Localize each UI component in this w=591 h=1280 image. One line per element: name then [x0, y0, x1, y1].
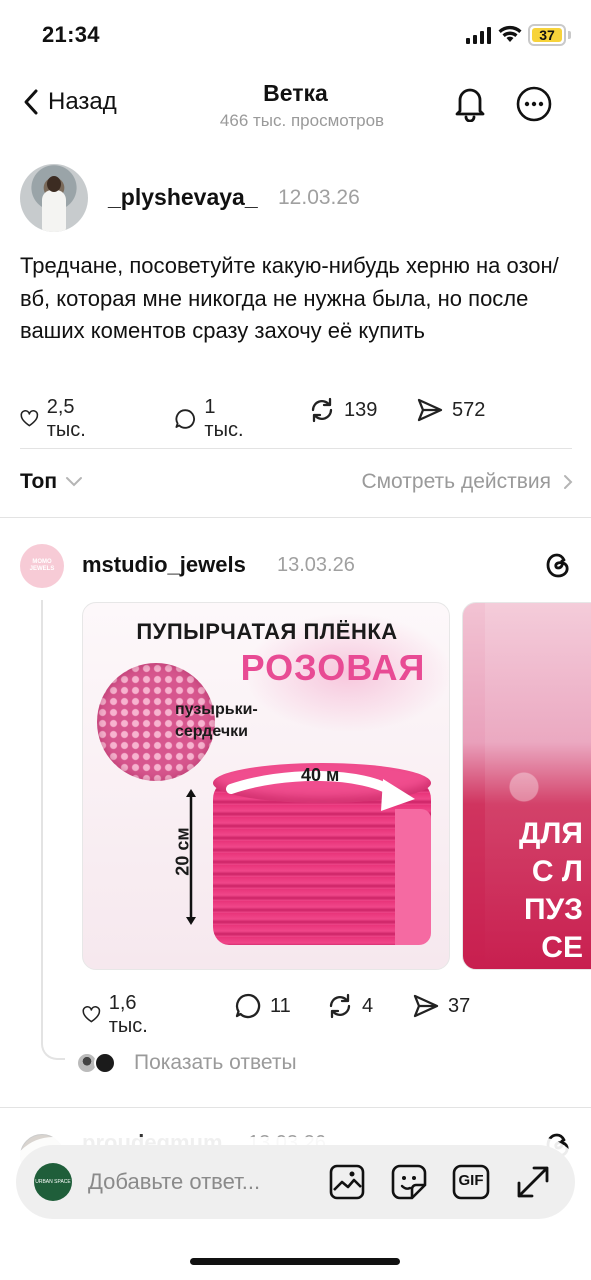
divider: [0, 1107, 591, 1108]
reply-username[interactable]: mstudio_jewels: [82, 552, 246, 578]
like-count: 2,5 тыс.: [46, 396, 86, 441]
heart-icon: [20, 410, 39, 427]
page-title: Ветка: [263, 80, 328, 106]
bubble-label: пузырьки- сердечки: [175, 701, 258, 740]
reply-repost-button[interactable]: 4: [326, 992, 373, 1020]
thread-line: [41, 600, 65, 1060]
reply-avatar[interactable]: MOMO JEWELS: [20, 544, 64, 588]
roll-flap: [395, 809, 431, 945]
image-icon[interactable]: [328, 1163, 366, 1201]
send-icon: [417, 398, 443, 422]
battery-icon: 37: [528, 24, 566, 46]
view-activity-link[interactable]: Смотреть действия: [361, 470, 573, 494]
expand-icon[interactable]: [514, 1163, 552, 1201]
repost-icon: [329, 993, 351, 1019]
replier-avatars: [76, 1050, 120, 1076]
product-image-1[interactable]: ПУПЫРЧАТАЯ ПЛЁНКА РОЗОВАЯ пузырьки- серд…: [82, 602, 450, 970]
battery-level: 37: [532, 28, 562, 42]
more-options-icon[interactable]: [516, 86, 552, 122]
like-button[interactable]: 2,5 тыс.: [20, 396, 95, 442]
height-label: 20 см: [172, 827, 193, 876]
divider: [0, 517, 591, 518]
image-title: ПУПЫРЧАТАЯ ПЛЁНКА: [136, 619, 398, 644]
image-2-text: ДЛЯ С Л ПУЗ СЕ: [519, 817, 583, 964]
reply-share-button[interactable]: 37: [412, 992, 470, 1020]
comment-count: 1 тыс.: [204, 396, 244, 441]
view-activity-label: Смотреть действия: [361, 470, 551, 493]
reply-date: 13.03.26: [277, 554, 355, 576]
reply-like-button[interactable]: 1,6 тыс.: [82, 992, 157, 1038]
cellular-signal-icon: [466, 26, 491, 44]
avatar-head: [47, 176, 61, 192]
chevron-down-icon: [66, 477, 83, 487]
gif-button[interactable]: GIF: [452, 1163, 490, 1201]
gif-label: GIF: [458, 1172, 484, 1189]
reply-repost-count: 4: [362, 994, 374, 1017]
views-count: 466 тыс. просмотров: [219, 111, 385, 130]
image-subtitle: РОЗОВАЯ: [240, 647, 426, 688]
status-bar: 21:34 37: [0, 0, 591, 70]
comment-icon: [175, 409, 195, 429]
bell-icon[interactable]: [452, 84, 488, 122]
my-avatar: URBAN SPACE: [34, 1163, 72, 1201]
product-image-2[interactable]: ДЛЯ С Л ПУЗ СЕ: [462, 602, 591, 970]
avatar-figure: [42, 190, 66, 232]
show-replies-button[interactable]: Показать ответы: [76, 1050, 297, 1076]
wifi-icon: [498, 25, 522, 42]
battery-cap: [568, 31, 571, 39]
comment-button[interactable]: 1 тыс.: [174, 396, 249, 442]
heart-icon: [82, 1006, 101, 1023]
reply-composer: URBAN SPACE GIF: [16, 1145, 575, 1219]
reply-like-count: 1,6 тыс.: [108, 992, 148, 1037]
repost-icon: [311, 397, 333, 423]
divider: [20, 448, 572, 449]
author-username[interactable]: _plyshevaya_: [108, 184, 258, 211]
reply-comment-button[interactable]: 11: [234, 992, 291, 1020]
reply-share-count: 37: [448, 994, 471, 1017]
show-replies-label: Показать ответы: [134, 1051, 297, 1074]
post-date: 12.03.26: [278, 186, 360, 209]
length-label: 40 м: [301, 765, 340, 785]
repost-count: 139: [344, 398, 378, 421]
sort-dropdown[interactable]: Топ: [20, 470, 83, 494]
sticker-icon[interactable]: [390, 1163, 428, 1201]
mini-avatar: [94, 1052, 116, 1074]
share-button[interactable]: 572: [416, 396, 485, 424]
my-avatar-logo: URBAN SPACE: [35, 1179, 71, 1185]
reply-input[interactable]: [88, 1167, 308, 1197]
sort-label: Топ: [20, 470, 58, 493]
home-indicator: [190, 1258, 400, 1265]
repost-button[interactable]: 139: [308, 396, 377, 424]
reply-comment-count: 11: [270, 994, 291, 1017]
comment-icon: [235, 993, 261, 1019]
chevron-right-icon: [564, 475, 573, 489]
threads-logo-icon[interactable]: [544, 550, 572, 580]
post-text: Тредчане, посоветуйте какую-нибудь херню…: [20, 253, 559, 343]
reply-avatar-logo: MOMO JEWELS: [29, 559, 55, 572]
share-count: 572: [452, 398, 486, 421]
author-avatar[interactable]: [20, 164, 88, 232]
status-time: 21:34: [42, 22, 100, 47]
send-icon: [413, 994, 439, 1018]
